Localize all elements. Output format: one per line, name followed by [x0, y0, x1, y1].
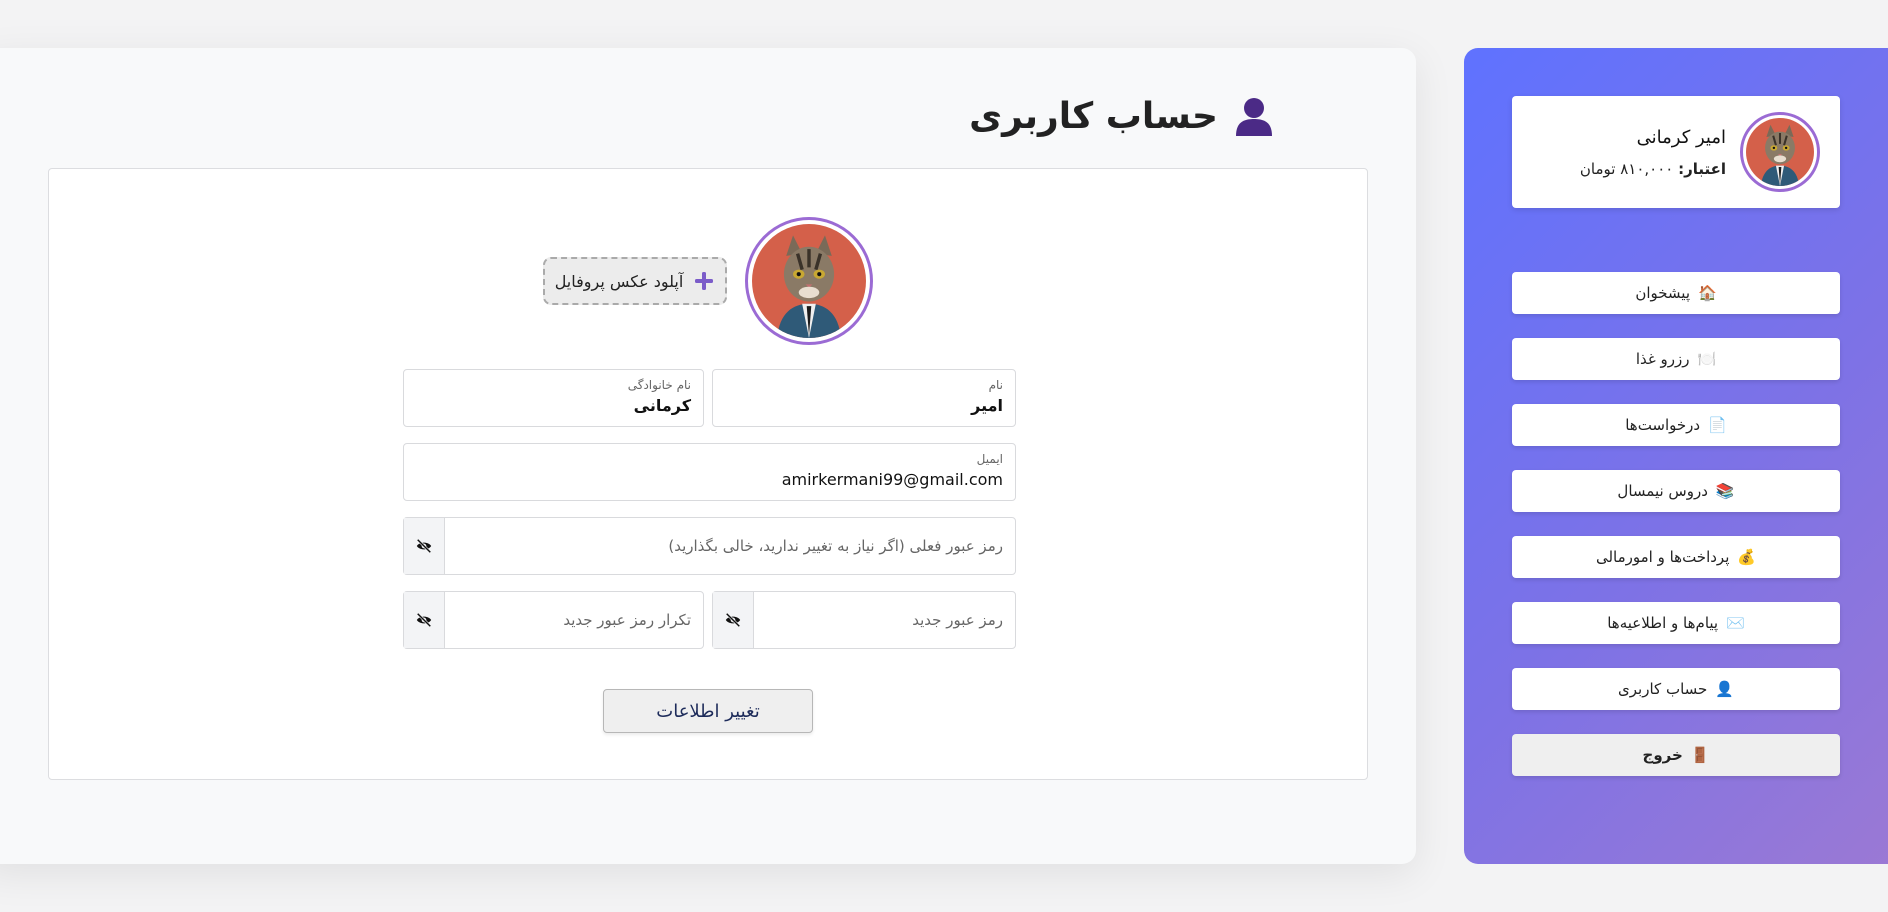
- envelope-icon: ✉️: [1726, 614, 1745, 632]
- upload-photo-label: آپلود عکس پروفایل: [554, 271, 684, 291]
- toggle-current-password-button[interactable]: [404, 518, 445, 574]
- sidebar-item-label: پیام‌ها و اطلاعیه‌ها: [1607, 614, 1719, 632]
- profile-form: آپلود عکس پروفایل نام امیر نام خانوادگی …: [48, 168, 1368, 780]
- confirm-password-group: [403, 591, 704, 649]
- new-password-input[interactable]: [754, 592, 1015, 648]
- sidebar-item-requests[interactable]: 📄 درخواست‌ها: [1512, 404, 1840, 446]
- sidebar-item-label: حساب کاربری: [1618, 680, 1708, 698]
- profile-avatar[interactable]: [745, 217, 873, 345]
- profile-name: امیر کرمانی: [1636, 126, 1726, 148]
- sidebar-item-label: دروس نیمسال: [1617, 482, 1708, 500]
- books-icon: 📚: [1715, 482, 1735, 500]
- page-title-text: حساب کاربری: [969, 95, 1218, 137]
- last-name-label: نام خانوادگی: [627, 378, 691, 392]
- cat-avatar-image: [752, 224, 866, 338]
- document-icon: 📄: [1708, 416, 1727, 434]
- first-name-value[interactable]: امیر: [725, 396, 1003, 415]
- sidebar-item-label: درخواست‌ها: [1625, 416, 1701, 434]
- sidebar-item-payments[interactable]: 💰 پرداخت‌ها و امورمالی: [1512, 536, 1840, 578]
- money-bag-icon: 💰: [1737, 548, 1757, 566]
- email-field[interactable]: ایمیل amirkermani99@gmail.com: [403, 443, 1016, 501]
- logout-button[interactable]: 🚪 خروج: [1512, 734, 1840, 776]
- sidebar-item-messages[interactable]: ✉️ پیام‌ها و اطلاعیه‌ها: [1512, 602, 1840, 644]
- profile-card: امیر کرمانی اعتبار: ۸۱۰,۰۰۰ تومان: [1512, 96, 1840, 208]
- sidebar-item-account[interactable]: 👤 حساب کاربری: [1512, 668, 1840, 710]
- eye-slash-icon: [416, 612, 432, 628]
- door-icon: 🚪: [1690, 746, 1710, 764]
- plate-icon: 🍽️: [1697, 350, 1717, 368]
- sidebar-item-label: پیشخوان: [1635, 284, 1691, 302]
- email-value[interactable]: amirkermani99@gmail.com: [416, 470, 1003, 489]
- current-password-input[interactable]: [445, 518, 1015, 574]
- credit-label: اعتبار:: [1678, 159, 1726, 178]
- new-password-group: [712, 591, 1016, 649]
- sidebar-item-dashboard[interactable]: 🏠 پیشخوان: [1512, 272, 1840, 314]
- sidebar-item-food-reservation[interactable]: 🍽️ رزرو غذا: [1512, 338, 1840, 380]
- first-name-field[interactable]: نام امیر: [712, 369, 1016, 427]
- profile-credit: اعتبار: ۸۱۰,۰۰۰ تومان: [1580, 160, 1726, 178]
- user-icon: 👤: [1715, 680, 1734, 698]
- sidebar: امیر کرمانی اعتبار: ۸۱۰,۰۰۰ تومان 🏠 پیشخ…: [1464, 48, 1888, 864]
- first-name-label: نام: [988, 378, 1003, 392]
- plus-icon: [695, 272, 714, 290]
- eye-slash-icon: [725, 612, 741, 628]
- sidebar-item-label: پرداخت‌ها و امورمالی: [1595, 548, 1730, 566]
- sidebar-avatar: [1740, 112, 1820, 192]
- main-panel: حساب کاربری آپلود عکس پروفایل نام امیر ن…: [0, 48, 1416, 864]
- confirm-password-input[interactable]: [445, 592, 703, 648]
- last-name-value[interactable]: کرمانی: [416, 396, 691, 415]
- upload-photo-button[interactable]: آپلود عکس پروفایل: [543, 257, 727, 305]
- credit-value: ۸۱۰,۰۰۰ تومان: [1579, 159, 1674, 178]
- current-password-group: [403, 517, 1016, 575]
- toggle-new-password-button[interactable]: [713, 592, 754, 648]
- page-title: حساب کاربری: [969, 94, 1276, 138]
- profile-info: امیر کرمانی اعتبار: ۸۱۰,۰۰۰ تومان: [1580, 127, 1726, 178]
- last-name-field[interactable]: نام خانوادگی کرمانی: [403, 369, 704, 427]
- email-label: ایمیل: [976, 452, 1003, 466]
- sidebar-item-label: رزرو غذا: [1635, 350, 1690, 368]
- logout-label: خروج: [1642, 746, 1683, 764]
- toggle-confirm-password-button[interactable]: [404, 592, 445, 648]
- eye-slash-icon: [416, 538, 432, 554]
- cat-avatar-image: [1746, 118, 1814, 186]
- home-icon: 🏠: [1698, 284, 1717, 302]
- sidebar-item-semester-courses[interactable]: 📚 دروس نیمسال: [1512, 470, 1840, 512]
- user-icon: [1236, 98, 1272, 136]
- update-info-button[interactable]: تغییر اطلاعات: [603, 689, 813, 733]
